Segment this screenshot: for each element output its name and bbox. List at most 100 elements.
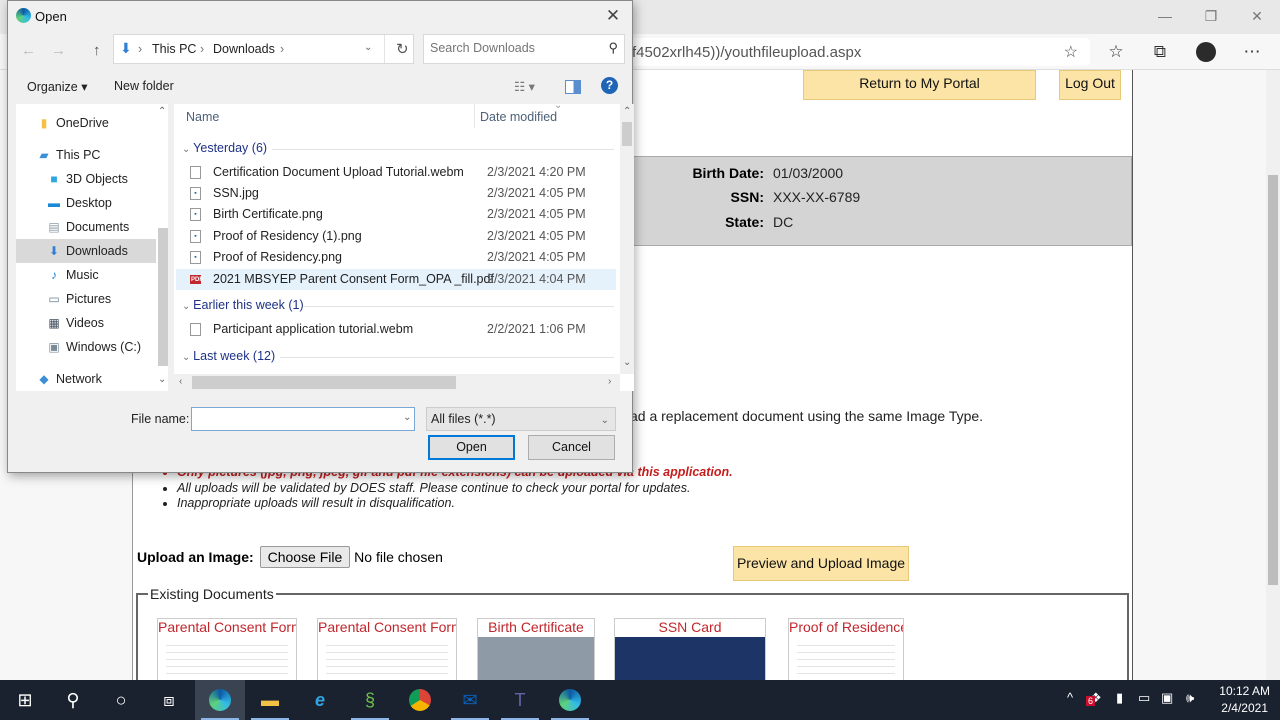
nav-item-windows-c[interactable]: ▣ Windows (C:)	[16, 335, 156, 359]
chrome-icon[interactable]	[395, 680, 445, 720]
profile-avatar[interactable]	[1192, 40, 1220, 64]
file-row[interactable]: ▪ Birth Certificate.png 2/3/2021 4:05 PM	[176, 204, 616, 225]
nav-item-pictures[interactable]: ▭ Pictures	[16, 287, 156, 311]
breadcrumb-this-pc[interactable]: This PC	[152, 42, 196, 56]
nav-item-videos[interactable]: ▦ Videos	[16, 311, 156, 335]
collections-icon[interactable]: ⧉	[1146, 40, 1174, 64]
document-card[interactable]: Parental Consent Form	[317, 618, 457, 688]
volume-icon[interactable]: 🕪	[1186, 690, 1194, 706]
view-options-icon[interactable]: ☷ ▾	[514, 79, 535, 94]
file-row[interactable]: Participant application tutorial.webm 2/2…	[176, 319, 616, 340]
nav-scrollbar[interactable]: ⌃ ⌄	[156, 104, 168, 391]
new-folder-button[interactable]: New folder	[114, 79, 174, 93]
address-text[interactable]: f4502xrlh45))/youthfileupload.aspx	[632, 44, 861, 61]
help-icon[interactable]: ?	[601, 77, 618, 94]
file-row[interactable]: Certification Document Upload Tutorial.w…	[176, 162, 616, 183]
nav-scrollbar-thumb[interactable]	[158, 228, 168, 366]
scroll-right-icon[interactable]: ›	[608, 376, 611, 387]
show-hidden-icons[interactable]: ^	[1067, 690, 1073, 705]
back-button[interactable]: ←	[21, 42, 36, 59]
file-list-vscroll-thumb[interactable]	[622, 122, 632, 146]
scroll-down-icon[interactable]: ⌄	[623, 357, 631, 368]
column-name[interactable]: Name	[186, 110, 219, 124]
group-header-last-week[interactable]: ⌄ Last week (12)	[182, 349, 275, 363]
minimize-button[interactable]: —	[1142, 4, 1188, 28]
preview-upload-button[interactable]: Preview and Upload Image	[733, 546, 909, 581]
nav-item-network[interactable]: ◆ Network	[16, 367, 156, 391]
task-view-icon[interactable]: ⧈	[144, 680, 194, 720]
breadcrumb[interactable]: ⬇ › This PC › Downloads › ⌄ ↻	[113, 34, 414, 64]
forward-button[interactable]: →	[51, 42, 66, 59]
battery-icon[interactable]: ▭	[1138, 690, 1150, 706]
scroll-down-icon[interactable]: ⌄	[158, 374, 166, 385]
more-icon[interactable]: ⋯	[1238, 40, 1266, 64]
cortana-icon[interactable]: ○	[96, 680, 146, 720]
search-icon[interactable]: ⚲	[48, 680, 98, 720]
nav-item-documents[interactable]: ▤ Documents	[16, 215, 156, 239]
favorites-icon[interactable]: ☆	[1102, 40, 1130, 64]
refresh-icon[interactable]: ↻	[396, 40, 409, 58]
open-button[interactable]: Open	[428, 435, 515, 460]
scroll-up-icon[interactable]: ⌃	[158, 106, 166, 117]
network-icon[interactable]: ▣	[1161, 690, 1173, 706]
file-row[interactable]: ▪ SSN.jpg 2/3/2021 4:05 PM	[176, 183, 616, 204]
column-date-modified[interactable]: Date modified	[480, 110, 557, 124]
clock[interactable]: 10:12 AM 2/4/2021	[1219, 683, 1270, 717]
choose-file-button[interactable]: Choose File	[259, 546, 351, 568]
document-card[interactable]: SSN Card	[614, 618, 766, 688]
close-window-button[interactable]: ✕	[1234, 4, 1280, 28]
document-card[interactable]: Proof of Residence	[788, 618, 904, 688]
nav-label: Windows (C:)	[66, 340, 142, 354]
nav-item-desktop[interactable]: ▬ Desktop	[16, 191, 156, 215]
file-row[interactable]: ▪ Proof of Residency.png 2/3/2021 4:05 PM	[176, 247, 616, 268]
nav-item-3d-objects[interactable]: ■ 3D Objects	[16, 167, 156, 191]
file-name-input[interactable]	[191, 407, 415, 431]
breadcrumb-downloads[interactable]: Downloads	[213, 42, 275, 56]
document-card[interactable]: Birth Certificate	[477, 618, 595, 688]
state-label: State:	[725, 214, 764, 230]
document-card[interactable]: Parental Consent Form	[157, 618, 297, 688]
file-list-hscroll-thumb[interactable]	[192, 376, 456, 389]
group-header-yesterday[interactable]: ⌄ Yesterday (6)	[182, 141, 267, 155]
scroll-left-icon[interactable]: ‹	[179, 376, 182, 387]
up-button[interactable]: ↑	[93, 42, 101, 59]
nav-item-music[interactable]: ♪ Music	[16, 263, 156, 287]
page-scrollbar[interactable]	[1266, 70, 1280, 680]
drive-icon: ▣	[48, 340, 60, 354]
edge-icon[interactable]	[545, 680, 595, 720]
windows-start-icon[interactable]: ⊞	[0, 680, 50, 720]
cancel-button[interactable]: Cancel	[528, 435, 615, 460]
nav-item-this-pc[interactable]: ▰ This PC	[16, 143, 156, 167]
microphone-icon[interactable]: ▮	[1116, 690, 1123, 706]
file-row[interactable]: ▪ Proof of Residency (1).png 2/3/2021 4:05…	[176, 226, 616, 247]
preview-pane-icon[interactable]	[565, 80, 581, 94]
search-icon[interactable]: ⚲	[608, 40, 618, 56]
file-type-select[interactable]: All files (*.*) ⌄	[426, 407, 616, 431]
group-header-earlier-this-week[interactable]: ⌄ Earlier this week (1)	[182, 298, 304, 312]
return-to-portal-button[interactable]: Return to My Portal	[803, 70, 1036, 100]
search-input[interactable]	[430, 41, 600, 55]
file-list-vscrollbar[interactable]: ⌃ ⌄	[620, 104, 634, 374]
search-box[interactable]: ⚲	[423, 34, 625, 64]
restore-button[interactable]: ❐	[1188, 4, 1234, 28]
internet-explorer-icon[interactable]: e	[295, 680, 345, 720]
file-row[interactable]: PDF 2021 MBSYEP Parent Consent Form_OPA _…	[176, 269, 616, 290]
file-list-hscrollbar[interactable]: ‹ ›	[174, 374, 620, 391]
log-out-button[interactable]: Log Out	[1059, 70, 1121, 100]
file-explorer-icon[interactable]: ▬	[245, 680, 295, 720]
app-icon[interactable]: §	[345, 680, 395, 720]
document-thumbnail	[478, 637, 594, 681]
dropbox-icon[interactable]: ❖ 6	[1086, 690, 1102, 706]
dialog-close-button[interactable]: ✕	[598, 4, 628, 28]
nav-item-onedrive[interactable]: ▮ OneDrive	[16, 111, 156, 135]
nav-item-downloads[interactable]: ⬇ Downloads	[16, 239, 156, 263]
page-scrollbar-thumb[interactable]	[1268, 175, 1278, 585]
outlook-icon[interactable]: ✉	[445, 680, 495, 720]
scroll-up-icon[interactable]: ⌃	[623, 106, 631, 117]
edge-icon[interactable]	[195, 680, 245, 720]
history-dropdown-icon[interactable]: ⌄	[364, 42, 372, 53]
add-favorite-icon[interactable]: ☆	[1064, 42, 1078, 62]
teams-icon[interactable]: T	[495, 680, 545, 720]
file-name-dropdown-icon[interactable]: ⌄	[403, 412, 411, 423]
organize-button[interactable]: Organize ▾	[27, 79, 87, 94]
